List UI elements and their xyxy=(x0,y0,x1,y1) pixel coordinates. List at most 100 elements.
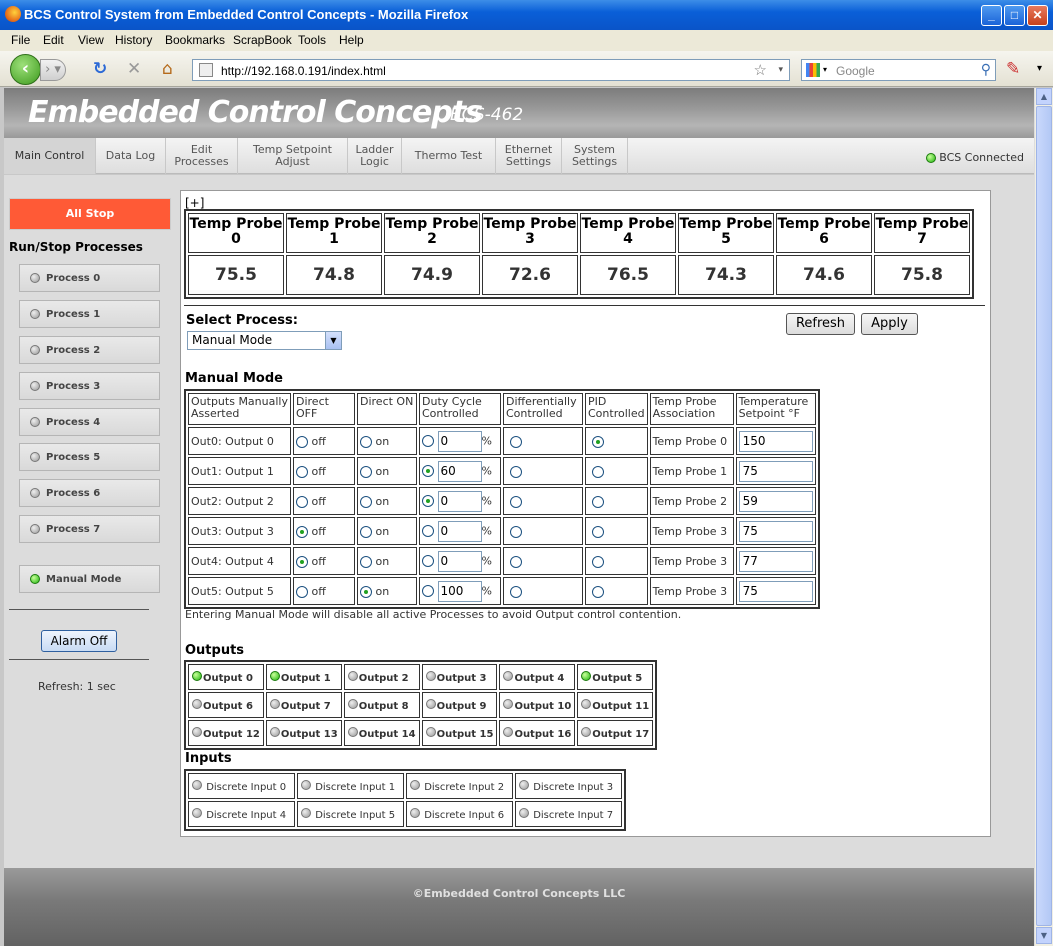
process-0-button[interactable]: Process 0 xyxy=(19,264,160,292)
pid-radio[interactable] xyxy=(592,585,604,598)
pid-radio[interactable] xyxy=(592,435,604,448)
tab-thermo-test[interactable]: Thermo Test xyxy=(402,138,496,174)
pid-radio[interactable] xyxy=(592,495,604,508)
direct-off-radio[interactable] xyxy=(296,435,308,448)
refresh-button[interactable]: Refresh xyxy=(786,313,855,335)
differential-radio[interactable] xyxy=(510,465,522,478)
output-toggle[interactable]: Output 2 xyxy=(343,664,420,690)
url-dropdown-icon[interactable]: ▾ xyxy=(778,64,783,75)
duty-cycle-radio[interactable] xyxy=(422,495,434,507)
process-5-button[interactable]: Process 5 xyxy=(19,443,160,471)
direct-off-radio[interactable] xyxy=(296,495,308,508)
setpoint-input[interactable]: 75 xyxy=(738,460,813,482)
all-stop-button[interactable]: All Stop xyxy=(9,198,171,230)
forward-button[interactable]: › ▾ xyxy=(40,59,66,81)
output-toggle[interactable]: Output 10 xyxy=(499,692,576,718)
output-toggle[interactable]: Output 14 xyxy=(343,720,420,746)
output-toggle[interactable]: Output 1 xyxy=(265,664,342,690)
maximize-button[interactable]: □ xyxy=(1004,5,1025,26)
reload-icon[interactable]: ↻ xyxy=(93,59,107,79)
direct-on-radio[interactable] xyxy=(360,585,372,598)
output-toggle[interactable]: Output 15 xyxy=(421,720,498,746)
direct-off-radio[interactable] xyxy=(296,585,308,598)
vertical-scrollbar[interactable]: ▲ ▼ xyxy=(1034,88,1053,946)
toolbar-overflow-icon[interactable]: ▾ xyxy=(1037,59,1042,79)
engine-dropdown-icon[interactable]: ▾ xyxy=(823,65,827,74)
output-toggle[interactable]: Output 8 xyxy=(343,692,420,718)
duty-cycle-radio[interactable] xyxy=(422,555,434,567)
direct-on-radio[interactable] xyxy=(360,555,372,568)
tab-system-settings[interactable]: System Settings xyxy=(562,138,628,174)
home-icon[interactable]: ⌂ xyxy=(162,59,173,79)
direct-on-radio[interactable] xyxy=(360,435,372,448)
duty-cycle-radio[interactable] xyxy=(422,465,434,477)
stop-icon[interactable]: ✕ xyxy=(127,59,141,79)
scroll-thumb[interactable] xyxy=(1036,106,1052,926)
output-toggle[interactable]: Output 17 xyxy=(577,720,654,746)
chevron-down-icon[interactable]: ▼ xyxy=(325,332,341,349)
process-6-button[interactable]: Process 6 xyxy=(19,479,160,507)
address-bar[interactable]: http://192.168.0.191/index.html ☆ ▾ xyxy=(192,59,790,81)
differential-radio[interactable] xyxy=(510,585,522,598)
tab-edit-processes[interactable]: Edit Processes xyxy=(166,138,238,174)
output-toggle[interactable]: Output 11 xyxy=(577,692,654,718)
output-toggle[interactable]: Output 5 xyxy=(577,664,654,690)
bookmark-star-icon[interactable]: ☆ xyxy=(754,61,767,79)
output-toggle[interactable]: Output 16 xyxy=(499,720,576,746)
direct-off-radio[interactable] xyxy=(296,555,308,568)
process-4-button[interactable]: Process 4 xyxy=(19,408,160,436)
output-toggle[interactable]: Output 13 xyxy=(265,720,342,746)
duty-cycle-radio[interactable] xyxy=(422,435,434,447)
output-toggle[interactable]: Output 4 xyxy=(499,664,576,690)
back-button[interactable]: ‹ xyxy=(10,54,41,85)
select-process-dropdown[interactable]: Manual Mode ▼ xyxy=(187,331,342,350)
direct-on-radio[interactable] xyxy=(360,525,372,538)
process-2-button[interactable]: Process 2 xyxy=(19,336,160,364)
setpoint-input[interactable]: 59 xyxy=(738,490,813,512)
menu-history[interactable]: History xyxy=(115,33,152,47)
pid-radio[interactable] xyxy=(592,525,604,538)
process-3-button[interactable]: Process 3 xyxy=(19,372,160,400)
differential-radio[interactable] xyxy=(510,525,522,538)
process-7-button[interactable]: Process 7 xyxy=(19,515,160,543)
direct-off-radio[interactable] xyxy=(296,465,308,478)
menu-edit[interactable]: Edit xyxy=(43,33,64,47)
tab-main-control[interactable]: Main Control xyxy=(4,138,96,174)
search-box[interactable]: ▾ Google ⚲ xyxy=(801,59,996,81)
manual-mode-button[interactable]: Manual Mode xyxy=(19,565,160,593)
setpoint-input[interactable]: 150 xyxy=(738,430,813,452)
menu-file[interactable]: File xyxy=(11,33,30,47)
tab-data-log[interactable]: Data Log xyxy=(96,138,166,174)
apply-button[interactable]: Apply xyxy=(861,313,918,335)
process-1-button[interactable]: Process 1 xyxy=(19,300,160,328)
pid-radio[interactable] xyxy=(592,555,604,568)
close-button[interactable]: ✕ xyxy=(1027,5,1048,26)
pid-radio[interactable] xyxy=(592,465,604,478)
tab-ethernet-settings[interactable]: Ethernet Settings xyxy=(496,138,562,174)
duty-cycle-radio[interactable] xyxy=(422,585,434,597)
tab-temp-setpoint-adjust[interactable]: Temp Setpoint Adjust xyxy=(238,138,348,174)
output-toggle[interactable]: Output 0 xyxy=(188,664,264,690)
expand-toggle[interactable]: [+] xyxy=(185,196,204,210)
output-toggle[interactable]: Output 12 xyxy=(188,720,264,746)
duty-cycle-input[interactable]: 100 xyxy=(437,580,482,602)
minimize-button[interactable]: _ xyxy=(981,5,1002,26)
differential-radio[interactable] xyxy=(510,495,522,508)
direct-on-radio[interactable] xyxy=(360,495,372,508)
menu-help[interactable]: Help xyxy=(339,33,364,47)
google-icon[interactable] xyxy=(806,63,820,77)
duty-cycle-input[interactable]: 0 xyxy=(437,550,482,572)
scrapbook-icon[interactable]: ✎ xyxy=(1006,59,1020,79)
setpoint-input[interactable]: 75 xyxy=(738,520,813,542)
setpoint-input[interactable]: 75 xyxy=(738,580,813,602)
menu-view[interactable]: View xyxy=(78,33,104,47)
duty-cycle-radio[interactable] xyxy=(422,525,434,537)
duty-cycle-input[interactable]: 60 xyxy=(437,460,482,482)
direct-on-radio[interactable] xyxy=(360,465,372,478)
differential-radio[interactable] xyxy=(510,435,522,448)
setpoint-input[interactable]: 77 xyxy=(738,550,813,572)
menu-scrapbook[interactable]: ScrapBook xyxy=(233,33,292,47)
output-toggle[interactable]: Output 9 xyxy=(421,692,498,718)
duty-cycle-input[interactable]: 0 xyxy=(437,430,482,452)
output-toggle[interactable]: Output 6 xyxy=(188,692,264,718)
